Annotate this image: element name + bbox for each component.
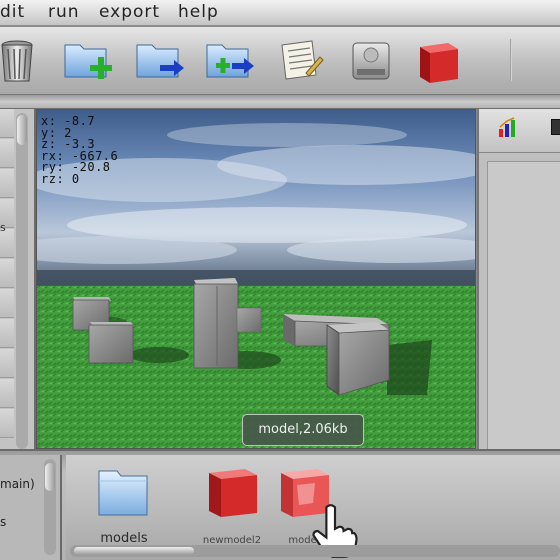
3d-viewport[interactable]: x: -8.7 y: 2 z: -3.3 rx: -667.6 ry: -20.…	[36, 109, 476, 449]
left-scrollbar-thumb[interactable]	[17, 115, 27, 145]
new-model-button[interactable]	[412, 35, 466, 87]
shelf-item-models[interactable]: models	[92, 463, 156, 546]
left-row[interactable]	[0, 409, 14, 438]
folder-icon	[98, 470, 148, 516]
notes-icon	[281, 40, 324, 80]
bottom-left-scrollbar-thumb[interactable]	[45, 463, 55, 491]
menu-help[interactable]: help	[178, 2, 219, 22]
move-folder-button[interactable]	[132, 35, 186, 87]
left-row[interactable]	[0, 319, 14, 348]
left-row[interactable]	[0, 349, 14, 378]
left-row[interactable]	[0, 259, 14, 288]
list-item[interactable]: s	[0, 515, 6, 529]
menu-run[interactable]: run	[48, 2, 80, 22]
shelf-scrollbar-thumb[interactable]	[74, 547, 194, 555]
list-item[interactable]: main)	[0, 477, 35, 491]
bottom-left-list: main) s	[0, 455, 62, 560]
red-cube-icon	[420, 43, 458, 83]
copy-folder-button[interactable]	[202, 35, 256, 87]
left-scrollbar[interactable]	[16, 113, 28, 449]
menu-export[interactable]: export	[99, 2, 160, 22]
left-row[interactable]	[0, 109, 14, 138]
right-panel-content	[487, 161, 560, 451]
left-panel: s	[0, 109, 36, 455]
left-panel-text: s	[0, 221, 6, 234]
toolbar-separator	[510, 39, 512, 81]
new-folder-icon	[64, 44, 112, 79]
save-button[interactable]	[344, 35, 398, 87]
stone-block[interactable]	[88, 322, 134, 364]
left-row[interactable]	[0, 169, 14, 198]
shelf-item-label: models	[100, 531, 148, 546]
shelf-item-model[interactable]: model	[272, 463, 358, 558]
left-row[interactable]	[0, 289, 14, 318]
move-to-folder-icon	[136, 44, 184, 78]
stone-block[interactable]	[236, 307, 262, 333]
new-folder-button[interactable]	[60, 35, 114, 87]
camera-coordinates: x: -8.7 y: 2 z: -3.3 rx: -667.6 ry: -20.…	[41, 115, 118, 186]
right-panel	[477, 109, 560, 455]
red-cube-icon	[209, 469, 257, 517]
notes-button[interactable]	[272, 35, 326, 87]
menu-bar: dit run export help	[0, 0, 560, 26]
shelf-item-newmodel2[interactable]: newmodel2	[200, 463, 264, 546]
delete-button[interactable]	[0, 35, 44, 87]
chart-icon[interactable]	[497, 115, 521, 139]
copy-to-folder-icon	[206, 44, 254, 78]
toolbar-bottom-strip	[0, 95, 560, 109]
menu-edit[interactable]: dit	[0, 2, 25, 22]
trash-can-icon	[1, 40, 33, 82]
toolbar	[0, 27, 560, 95]
left-row[interactable]	[0, 139, 14, 168]
coord-rz: rz: 0	[41, 171, 80, 186]
panel-tab-icon[interactable]	[551, 119, 560, 135]
left-row[interactable]	[0, 379, 14, 408]
right-panel-header	[479, 109, 560, 153]
disk-drive-icon	[352, 42, 390, 80]
stone-pillar[interactable]	[193, 278, 239, 369]
model-tooltip: model,2.06kb	[242, 414, 364, 446]
